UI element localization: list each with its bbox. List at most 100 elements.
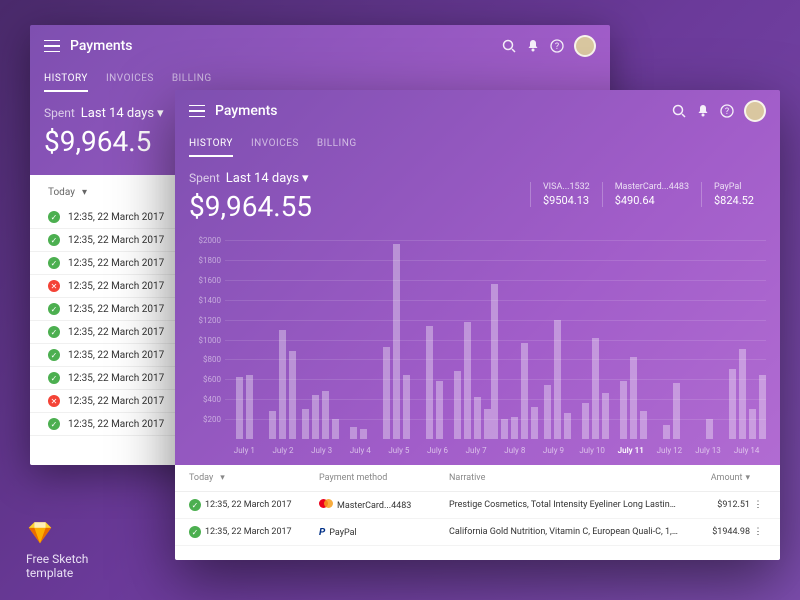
timestamp: 12:35, 22 March 2017 — [68, 396, 164, 407]
bell-icon[interactable] — [696, 104, 710, 118]
menu-icon[interactable] — [44, 37, 60, 56]
chart-bar — [491, 284, 498, 439]
chart-bar — [393, 244, 400, 439]
date-filter[interactable]: Today▾ — [189, 473, 319, 483]
chart-day-column[interactable] — [728, 240, 766, 439]
chart-bar — [289, 351, 296, 439]
chart-bar — [350, 427, 357, 439]
tab-billing[interactable]: BILLING — [172, 67, 212, 92]
help-icon[interactable]: ? — [550, 39, 564, 53]
chart-bar — [269, 411, 276, 439]
chart-day-column[interactable] — [491, 240, 538, 439]
x-tick-label: July 2 — [264, 446, 303, 455]
y-tick-label: $400 — [189, 395, 221, 404]
tab-invoices[interactable]: INVOICES — [106, 67, 154, 92]
timestamp: 12:35, 22 March 2017 — [68, 258, 164, 269]
card-name: PayPal — [714, 182, 754, 192]
chart-day-column[interactable] — [538, 240, 576, 439]
chart-day-column[interactable] — [652, 240, 690, 439]
tab-billing[interactable]: BILLING — [317, 132, 357, 157]
col-header-narrative[interactable]: Narrative — [449, 473, 680, 483]
bell-icon[interactable] — [526, 39, 540, 53]
chart-day-column[interactable] — [377, 240, 415, 439]
avatar[interactable] — [744, 100, 766, 122]
success-icon: ✓ — [48, 418, 60, 430]
period-selector[interactable]: Last 14 days▾ — [226, 171, 309, 186]
timestamp: 12:35, 22 March 2017 — [68, 327, 164, 338]
x-tick-label: July 1 — [225, 446, 264, 455]
chart-bar — [501, 419, 508, 439]
chart-bar — [403, 375, 410, 439]
period-selector[interactable]: Last 14 days▾ — [81, 106, 164, 121]
success-icon: ✓ — [48, 326, 60, 338]
summary-card[interactable]: VISA...1532$9504.13 — [530, 182, 602, 207]
search-icon[interactable] — [502, 39, 516, 53]
chart-bar — [454, 371, 461, 439]
chart-bar — [360, 429, 367, 439]
chart-day-column[interactable] — [614, 240, 652, 439]
avatar[interactable] — [574, 35, 596, 57]
tabs: HISTORY INVOICES BILLING — [30, 67, 610, 92]
search-icon[interactable] — [672, 104, 686, 118]
summary-card[interactable]: MasterCard...4483$490.64 — [602, 182, 701, 207]
col-header-amount[interactable]: Amount▾ — [680, 473, 750, 483]
promo-badge: Free Sketchtemplate — [26, 518, 88, 580]
col-header-method[interactable]: Payment method — [319, 473, 449, 483]
chart-bar — [592, 338, 599, 439]
success-icon: ✓ — [189, 526, 201, 538]
chart-bar — [521, 343, 528, 439]
mastercard-icon — [319, 499, 333, 508]
chart-bar — [322, 391, 329, 439]
svg-text:?: ? — [555, 42, 559, 52]
y-tick-label: $1600 — [189, 276, 221, 285]
chart-bar — [279, 330, 286, 439]
tab-invoices[interactable]: INVOICES — [251, 132, 299, 157]
chart-bar — [564, 413, 571, 439]
account-summary: VISA...1532$9504.13MasterCard...4483$490… — [530, 182, 766, 207]
chart-bar — [673, 383, 680, 439]
card-value: $9504.13 — [543, 194, 590, 207]
chart-bar — [312, 395, 319, 439]
chart-day-column[interactable] — [415, 240, 453, 439]
chart-day-column[interactable] — [339, 240, 377, 439]
card-name: MasterCard...4483 — [615, 182, 689, 192]
success-icon: ✓ — [189, 499, 201, 511]
narrative: California Gold Nutrition, Vitamin C, Eu… — [449, 527, 680, 537]
card-value: $824.52 — [714, 194, 754, 207]
chart-bar — [474, 397, 481, 439]
x-tick-label: July 14 — [727, 446, 766, 455]
timestamp: 12:35, 22 March 2017 — [68, 281, 164, 292]
chart-bar — [630, 357, 637, 439]
chart-day-column[interactable] — [263, 240, 301, 439]
y-tick-label: $1200 — [189, 316, 221, 325]
amount: $912.51 — [680, 500, 750, 510]
tab-history[interactable]: HISTORY — [189, 132, 233, 157]
chart-day-column[interactable] — [576, 240, 614, 439]
more-icon[interactable]: ⋮ — [750, 527, 766, 537]
success-icon: ✓ — [48, 257, 60, 269]
success-icon: ✓ — [48, 211, 60, 223]
timestamp: 12:35, 22 March 2017 — [205, 527, 292, 537]
y-tick-label: $600 — [189, 375, 221, 384]
chart-bar — [464, 322, 471, 439]
chart-bar — [246, 375, 253, 439]
chart-day-column[interactable] — [453, 240, 491, 439]
chart-day-column[interactable] — [301, 240, 339, 439]
tab-history[interactable]: HISTORY — [44, 67, 88, 92]
help-icon[interactable]: ? — [720, 104, 734, 118]
error-icon: ✕ — [48, 280, 60, 292]
chart-bar — [236, 377, 243, 439]
y-tick-label: $1800 — [189, 256, 221, 265]
table-row[interactable]: ✓ 12:35, 22 March 2017 PPayPalCalifornia … — [175, 519, 780, 546]
chart-day-column[interactable] — [225, 240, 263, 439]
summary-card[interactable]: PayPal $824.52 — [701, 182, 766, 207]
x-tick-label: July 6 — [418, 446, 457, 455]
table-row[interactable]: ✓ 12:35, 22 March 2017MasterCard...4483P… — [175, 492, 780, 519]
payment-method: PPayPal — [319, 527, 449, 538]
success-icon: ✓ — [48, 234, 60, 246]
more-icon[interactable]: ⋮ — [750, 500, 766, 510]
sketch-icon — [26, 518, 54, 546]
transactions-table: Today▾ Payment method Narrative Amount▾ … — [175, 465, 780, 560]
chart-day-column[interactable] — [690, 240, 728, 439]
menu-icon[interactable] — [189, 102, 205, 121]
